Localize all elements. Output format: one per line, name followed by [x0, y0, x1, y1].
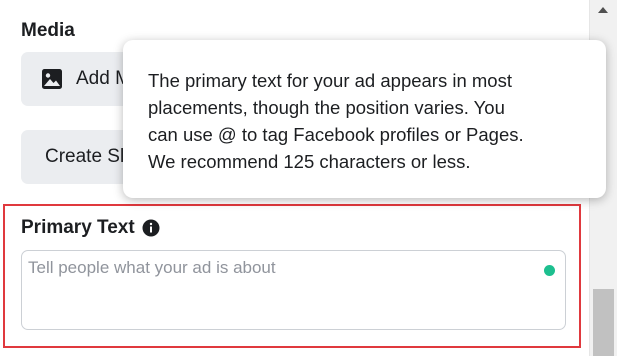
primary-text-label: Primary Text — [21, 217, 135, 238]
ad-editor-panel: Media Add Media Create Slideshow The pri… — [0, 0, 617, 356]
primary-text-input[interactable]: Tell people what your ad is about — [21, 250, 566, 330]
tooltip-line: We recommend 125 characters or less. — [148, 151, 471, 172]
primary-text-label-row: Primary Text — [21, 217, 160, 239]
info-icon[interactable] — [142, 219, 160, 237]
image-icon — [40, 67, 64, 91]
media-heading: Media — [21, 20, 75, 41]
status-dot-icon — [544, 265, 555, 276]
scrollbar-thumb[interactable] — [593, 289, 614, 356]
tooltip-line: placements, though the position varies. … — [148, 97, 505, 118]
chevron-up-icon[interactable] — [598, 7, 608, 13]
primary-text-placeholder: Tell people what your ad is about — [28, 258, 276, 277]
tooltip-line: can use @ to tag Facebook profiles or Pa… — [148, 124, 524, 145]
tooltip-line: The primary text for your ad appears in … — [148, 70, 512, 91]
primary-text-tooltip: The primary text for your ad appears in … — [123, 40, 606, 198]
